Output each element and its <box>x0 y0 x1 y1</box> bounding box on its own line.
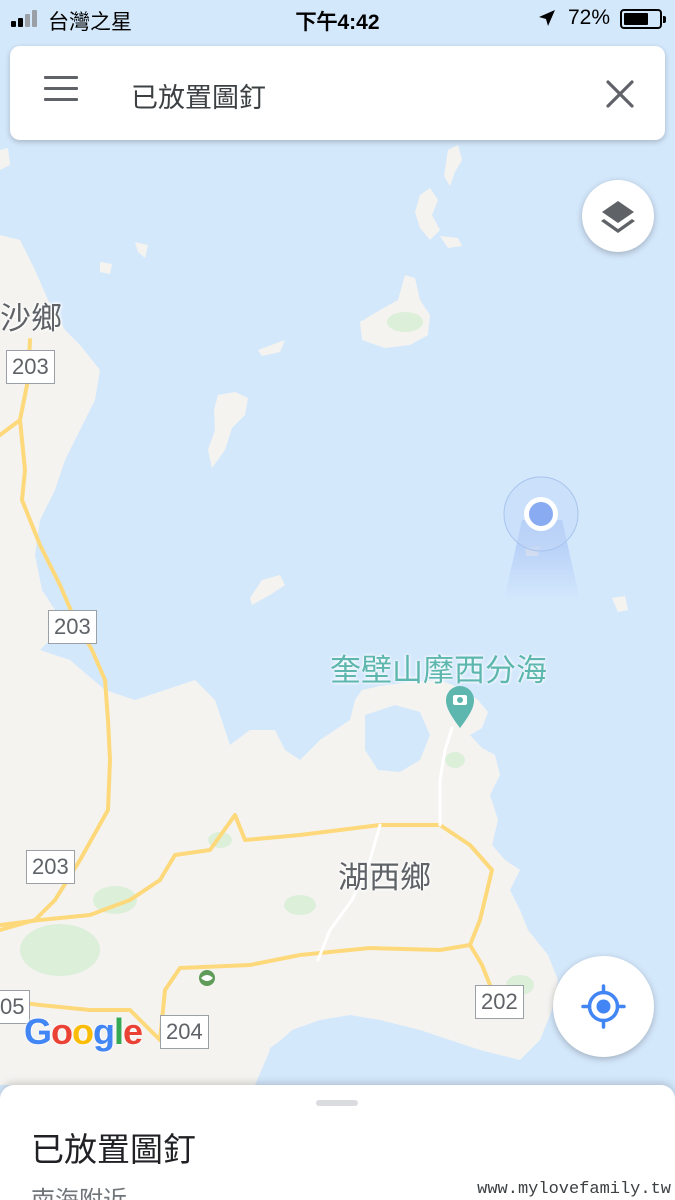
place-title: 已放置圖釘 <box>31 1130 196 1169</box>
search-query[interactable]: 已放置圖釘 <box>131 76 266 115</box>
road-shield: 203 <box>48 610 97 644</box>
place-subtitle: 南海附近 <box>31 1186 127 1200</box>
area-label-huxi[interactable]: 湖西鄉 <box>338 852 431 897</box>
location-arrow-icon <box>539 10 555 26</box>
road-shield: 204 <box>160 1015 209 1049</box>
hamburger-menu-icon[interactable] <box>44 76 88 112</box>
watermark-text: www.mylovefamily.tw <box>477 1180 671 1199</box>
road-shield: 203 <box>26 850 75 884</box>
drag-handle[interactable] <box>316 1100 358 1106</box>
my-location-dot-inner <box>529 502 553 526</box>
layers-button[interactable] <box>582 180 654 252</box>
layers-icon <box>601 201 635 233</box>
road-shield: 202 <box>475 985 524 1019</box>
close-icon[interactable] <box>600 74 640 114</box>
google-logo: Google <box>24 1011 143 1052</box>
my-location-crosshair-icon <box>581 984 626 1029</box>
poi-label[interactable]: 奎壁山摩西分海 <box>330 645 547 690</box>
search-bar[interactable]: 已放置圖釘 <box>10 46 665 140</box>
area-label[interactable]: 沙鄉 <box>0 293 62 338</box>
my-location-button[interactable] <box>553 956 654 1057</box>
road-shield: 203 <box>6 350 55 384</box>
status-bar: 台灣之星 下午4:42 72% <box>0 0 675 38</box>
map-islet <box>100 262 112 274</box>
map-poi-small-icon <box>199 970 215 986</box>
battery-icon <box>620 9 666 29</box>
battery-percent: 72% <box>568 6 611 29</box>
